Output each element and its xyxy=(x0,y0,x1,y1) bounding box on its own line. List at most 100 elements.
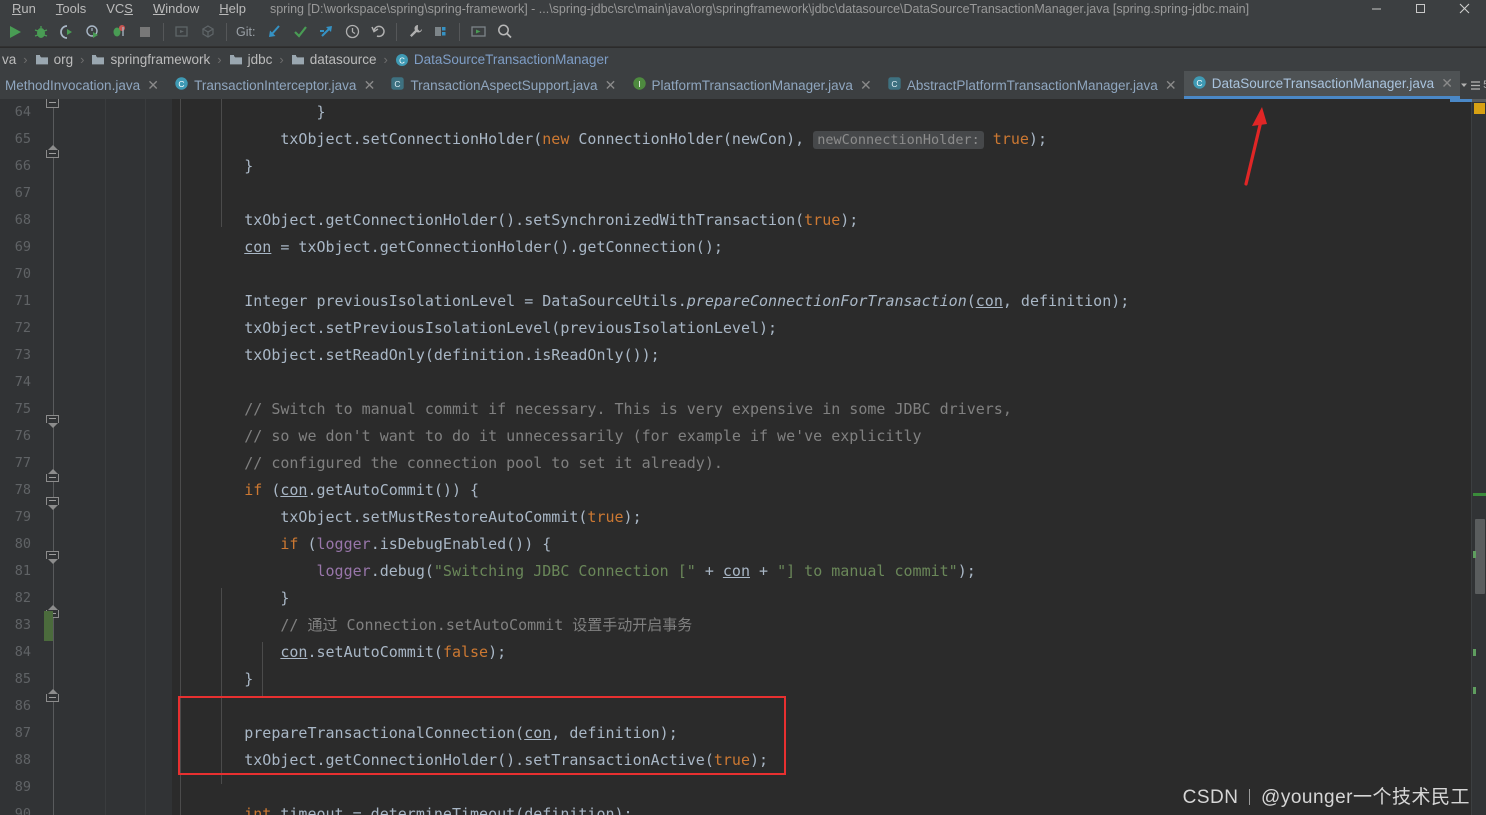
tab-method-invocation[interactable]: MethodInvocation.java ✕ xyxy=(0,71,166,99)
run-button[interactable] xyxy=(3,20,27,44)
tab-transaction-interceptor[interactable]: C TransactionInterceptor.java ✕ xyxy=(166,71,382,99)
code-line[interactable]: txObject.getConnectionHolder().setTransa… xyxy=(172,747,1442,774)
close-button[interactable] xyxy=(1442,0,1486,17)
git-history-button[interactable] xyxy=(340,20,364,44)
breadcrumb-item-jdbc[interactable]: jdbc xyxy=(227,52,275,67)
code-line[interactable] xyxy=(172,180,1442,207)
breadcrumb-label-4: datasource xyxy=(309,52,377,67)
tab-close-icon[interactable]: ✕ xyxy=(860,77,872,94)
code-token-plain: ); xyxy=(1028,130,1047,148)
run-configuration-button[interactable] xyxy=(466,20,490,44)
code-line[interactable]: if (con.getAutoCommit()) { xyxy=(172,477,1442,504)
stop-button[interactable] xyxy=(133,20,157,44)
tab-overflow-button[interactable]: 5 xyxy=(1460,71,1486,99)
code-line[interactable]: // Switch to manual commit if necessary.… xyxy=(172,396,1442,423)
breadcrumb-separator-0: › xyxy=(23,52,28,67)
svg-text:C: C xyxy=(1196,77,1202,87)
tab-platform-transaction-manager[interactable]: I PlatformTransactionManager.java ✕ xyxy=(624,71,879,99)
tab-datasource-transaction-manager[interactable]: C DataSourceTransactionManager.java ✕ xyxy=(1183,71,1461,99)
code-line[interactable]: } xyxy=(172,585,1442,612)
git-commit-button[interactable] xyxy=(288,20,312,44)
green-marker-4[interactable] xyxy=(1473,687,1476,694)
run-with-coverage-button[interactable] xyxy=(55,20,79,44)
code-line[interactable]: Integer previousIsolationLevel = DataSou… xyxy=(172,288,1442,315)
code-fold-column[interactable] xyxy=(46,99,62,815)
code-line[interactable]: txObject.setReadOnly(definition.isReadOn… xyxy=(172,342,1442,369)
tab-close-icon[interactable]: ✕ xyxy=(1165,77,1177,94)
code-line[interactable]: logger.debug("Switching JDBC Connection … xyxy=(172,558,1442,585)
fold-guide-line xyxy=(53,99,54,815)
green-marker-2[interactable] xyxy=(1473,551,1476,558)
warning-marker[interactable] xyxy=(1474,103,1485,114)
code-token-plain: ConnectionHolder(newCon), xyxy=(569,130,814,148)
code-line[interactable] xyxy=(172,261,1442,288)
tab-transaction-aspect-support[interactable]: C TransactionAspectSupport.java ✕ xyxy=(382,71,623,99)
minimize-button[interactable] xyxy=(1354,0,1398,17)
fold-marker-4[interactable] xyxy=(46,497,61,510)
tab-close-icon[interactable]: ✕ xyxy=(1441,75,1453,92)
code-token-str: "] to manual commit" xyxy=(777,562,958,580)
breadcrumb-item-springframework[interactable]: springframework xyxy=(89,52,212,67)
stop-debug-button[interactable] xyxy=(107,20,131,44)
tab-label: AbstractPlatformTransactionManager.java xyxy=(906,77,1158,93)
breadcrumb-item-java[interactable]: va xyxy=(0,52,18,67)
debug-button[interactable] xyxy=(29,20,53,44)
menu-item-vcs[interactable]: VCS xyxy=(96,0,143,17)
profile-button[interactable] xyxy=(81,20,105,44)
fold-marker-2[interactable] xyxy=(46,415,61,428)
fold-marker-7[interactable] xyxy=(46,689,61,702)
tab-close-icon[interactable]: ✕ xyxy=(147,77,159,94)
menu-item-run[interactable]: Run xyxy=(2,0,46,17)
fold-marker-1[interactable] xyxy=(46,145,61,158)
git-update-button[interactable] xyxy=(262,20,286,44)
git-rollback-button[interactable] xyxy=(366,20,390,44)
code-editor[interactable]: 64 65 66 67 68 69 70 71 72 73 74 75 76 77 78 79 80 81 82 83… xyxy=(0,99,1486,815)
fold-marker-3[interactable] xyxy=(46,469,61,482)
code-line[interactable]: txObject.setConnectionHolder(new Connect… xyxy=(172,126,1442,153)
project-structure-button[interactable] xyxy=(429,20,453,44)
line-number: 88 xyxy=(14,752,31,768)
maximize-button[interactable] xyxy=(1398,0,1442,17)
folder-icon xyxy=(91,53,105,66)
hotswap-button[interactable] xyxy=(170,20,194,44)
tab-abstract-platform-transaction-manager[interactable]: C AbstractPlatformTransactionManager.jav… xyxy=(879,71,1184,99)
code-line[interactable]: con.setAutoCommit(false); xyxy=(172,639,1442,666)
menu-item-window[interactable]: Window xyxy=(143,0,209,17)
breadcrumb-item-org[interactable]: org xyxy=(33,52,76,67)
code-line[interactable]: // so we don't want to do it unnecessari… xyxy=(172,423,1442,450)
vcs-change-marker[interactable] xyxy=(44,611,53,641)
tab-close-icon[interactable]: ✕ xyxy=(605,77,617,94)
breadcrumb-item-datasource[interactable]: datasource xyxy=(289,52,379,67)
code-line[interactable]: txObject.setPreviousIsolationLevel(previ… xyxy=(172,315,1442,342)
fold-marker-5[interactable] xyxy=(46,551,61,564)
tab-close-icon[interactable]: ✕ xyxy=(363,77,376,94)
code-line[interactable] xyxy=(172,369,1442,396)
code-line[interactable]: // configured the connection pool to set… xyxy=(172,450,1442,477)
search-everywhere-button[interactable] xyxy=(492,20,516,44)
green-marker-1[interactable] xyxy=(1473,493,1486,496)
code-line[interactable]: txObject.setMustRestoreAutoCommit(true); xyxy=(172,504,1442,531)
menu-item-help[interactable]: Help xyxy=(209,0,256,17)
code-line[interactable]: // 通过 Connection.setAutoCommit 设置手动开启事务 xyxy=(172,612,1442,639)
settings-wrench-button[interactable] xyxy=(403,20,427,44)
error-stripe-marker-bar[interactable] xyxy=(1472,99,1486,815)
code-line[interactable]: } xyxy=(172,666,1442,693)
code-line[interactable]: if (logger.isDebugEnabled()) { xyxy=(172,531,1442,558)
code-line[interactable]: } xyxy=(172,153,1442,180)
git-push-button[interactable] xyxy=(314,20,338,44)
code-line[interactable]: con = txObject.getConnectionHolder().get… xyxy=(172,234,1442,261)
build-cube-button[interactable] xyxy=(196,20,220,44)
code-line[interactable]: prepareTransactionalConnection(con, defi… xyxy=(172,720,1442,747)
line-number: 67 xyxy=(14,185,31,201)
fold-marker-collapse-top[interactable] xyxy=(46,99,61,108)
breadcrumb-item-class[interactable]: C DataSourceTransactionManager xyxy=(393,52,611,67)
menu-item-tools[interactable]: Tools xyxy=(46,0,96,17)
code-line[interactable]: } xyxy=(172,99,1442,126)
code-line[interactable] xyxy=(172,693,1442,720)
code-token-plain: txObject.getConnectionHolder().setTransa… xyxy=(172,751,714,769)
interface-icon: I xyxy=(632,76,647,94)
green-marker-3[interactable] xyxy=(1473,649,1476,656)
code-content[interactable]: } txObject.setConnectionHolder(new Conne… xyxy=(172,99,1442,815)
code-line[interactable]: txObject.getConnectionHolder().setSynchr… xyxy=(172,207,1442,234)
editor-scrollbar-thumb[interactable] xyxy=(1475,519,1485,594)
